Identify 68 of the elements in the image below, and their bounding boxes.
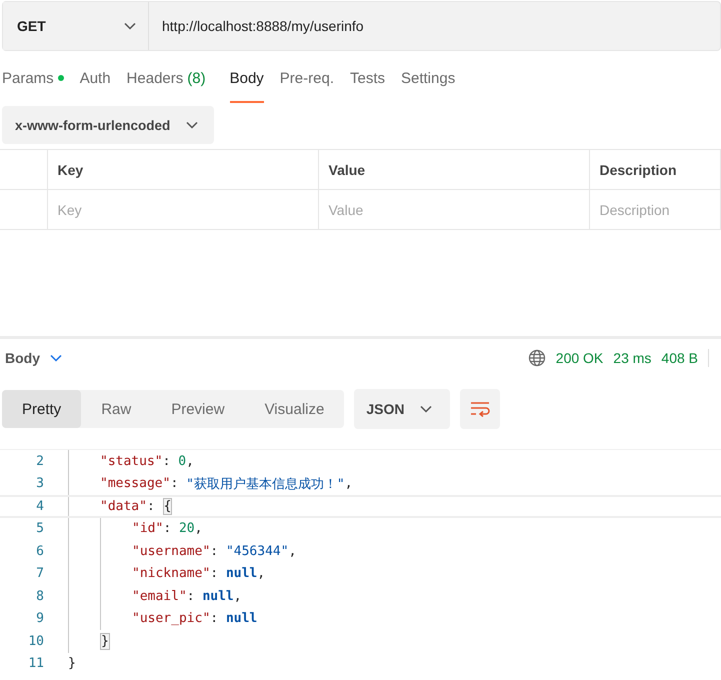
- column-header: Description: [589, 150, 720, 190]
- request-tab[interactable]: Pre-req.: [280, 51, 334, 103]
- json-key: "username": [132, 544, 210, 559]
- view-tab[interactable]: Preview: [151, 390, 245, 428]
- view-tab[interactable]: Visualize: [244, 390, 344, 428]
- request-tab[interactable]: Auth: [80, 51, 111, 103]
- view-tab[interactable]: Pretty: [2, 390, 82, 428]
- json-key: "nickname": [132, 566, 210, 582]
- view-tab[interactable]: Raw: [81, 390, 152, 428]
- punctuation: ,: [194, 521, 202, 536]
- punctuation: ,: [234, 588, 242, 604]
- request-tab[interactable]: Tests: [350, 51, 385, 103]
- json-key: "email": [132, 588, 187, 604]
- line-number: 11: [27, 656, 45, 672]
- json-number: 0: [178, 454, 186, 469]
- line-number: 7: [35, 566, 45, 582]
- wrap-lines-icon: [470, 401, 490, 417]
- response-section-title[interactable]: Body: [5, 350, 40, 366]
- json-null: null: [226, 611, 258, 626]
- column-header: Key: [47, 150, 318, 190]
- punctuation: }: [68, 656, 76, 672]
- json-string: "获取用户基本信息成功！": [186, 476, 345, 493]
- punctuation: :: [210, 566, 220, 582]
- request-tab[interactable]: Params: [2, 51, 64, 103]
- column-header: Value: [318, 150, 589, 190]
- globe-icon[interactable]: [528, 349, 546, 367]
- request-tab[interactable]: Settings: [401, 51, 456, 103]
- line-number: 3: [35, 476, 45, 492]
- matched-bracket: {: [162, 498, 172, 515]
- json-string: "456344": [226, 544, 289, 559]
- line-number: 9: [35, 611, 45, 626]
- punctuation: :: [210, 611, 220, 626]
- line-number: 10: [27, 634, 45, 649]
- punctuation: :: [186, 588, 196, 604]
- punctuation: :: [170, 476, 180, 492]
- line-number: 8: [35, 588, 45, 604]
- json-key: "id": [132, 521, 164, 536]
- json-null: null: [226, 566, 258, 582]
- json-number: 20: [178, 521, 195, 536]
- json-key: "user_pic": [132, 611, 210, 626]
- json-key: "data": [100, 498, 147, 514]
- chevron-down-icon: [420, 405, 432, 413]
- format-dropdown[interactable]: JSON: [354, 389, 450, 429]
- punctuation: ,: [186, 454, 194, 469]
- punctuation: ,: [257, 566, 266, 582]
- json-key: "message": [100, 476, 170, 492]
- punctuation: :: [146, 498, 156, 514]
- line-number: 4: [35, 498, 45, 514]
- status-code: 200 OK: [556, 350, 604, 366]
- request-tab[interactable]: Headers (8): [126, 51, 206, 103]
- punctuation: :: [210, 544, 220, 559]
- punctuation: ,: [344, 476, 353, 492]
- chevron-down-icon: [50, 354, 62, 362]
- request-tab[interactable]: Body: [230, 51, 264, 103]
- line-number: 2: [35, 454, 45, 469]
- response-time: 23 ms: [613, 350, 652, 366]
- punctuation: :: [162, 454, 172, 469]
- punctuation: :: [163, 521, 172, 536]
- line-number: 5: [35, 521, 45, 536]
- wrap-lines-button[interactable]: [460, 389, 500, 429]
- json-null: null: [202, 588, 234, 604]
- response-size: 408 B: [661, 350, 698, 366]
- chevron-down-icon: [186, 121, 198, 129]
- punctuation: ,: [288, 544, 296, 559]
- matched-bracket: }: [100, 632, 110, 650]
- body-type-dropdown[interactable]: x-www-form-urlencoded: [2, 106, 214, 144]
- line-number: 6: [35, 544, 45, 559]
- json-key: "status": [100, 454, 163, 469]
